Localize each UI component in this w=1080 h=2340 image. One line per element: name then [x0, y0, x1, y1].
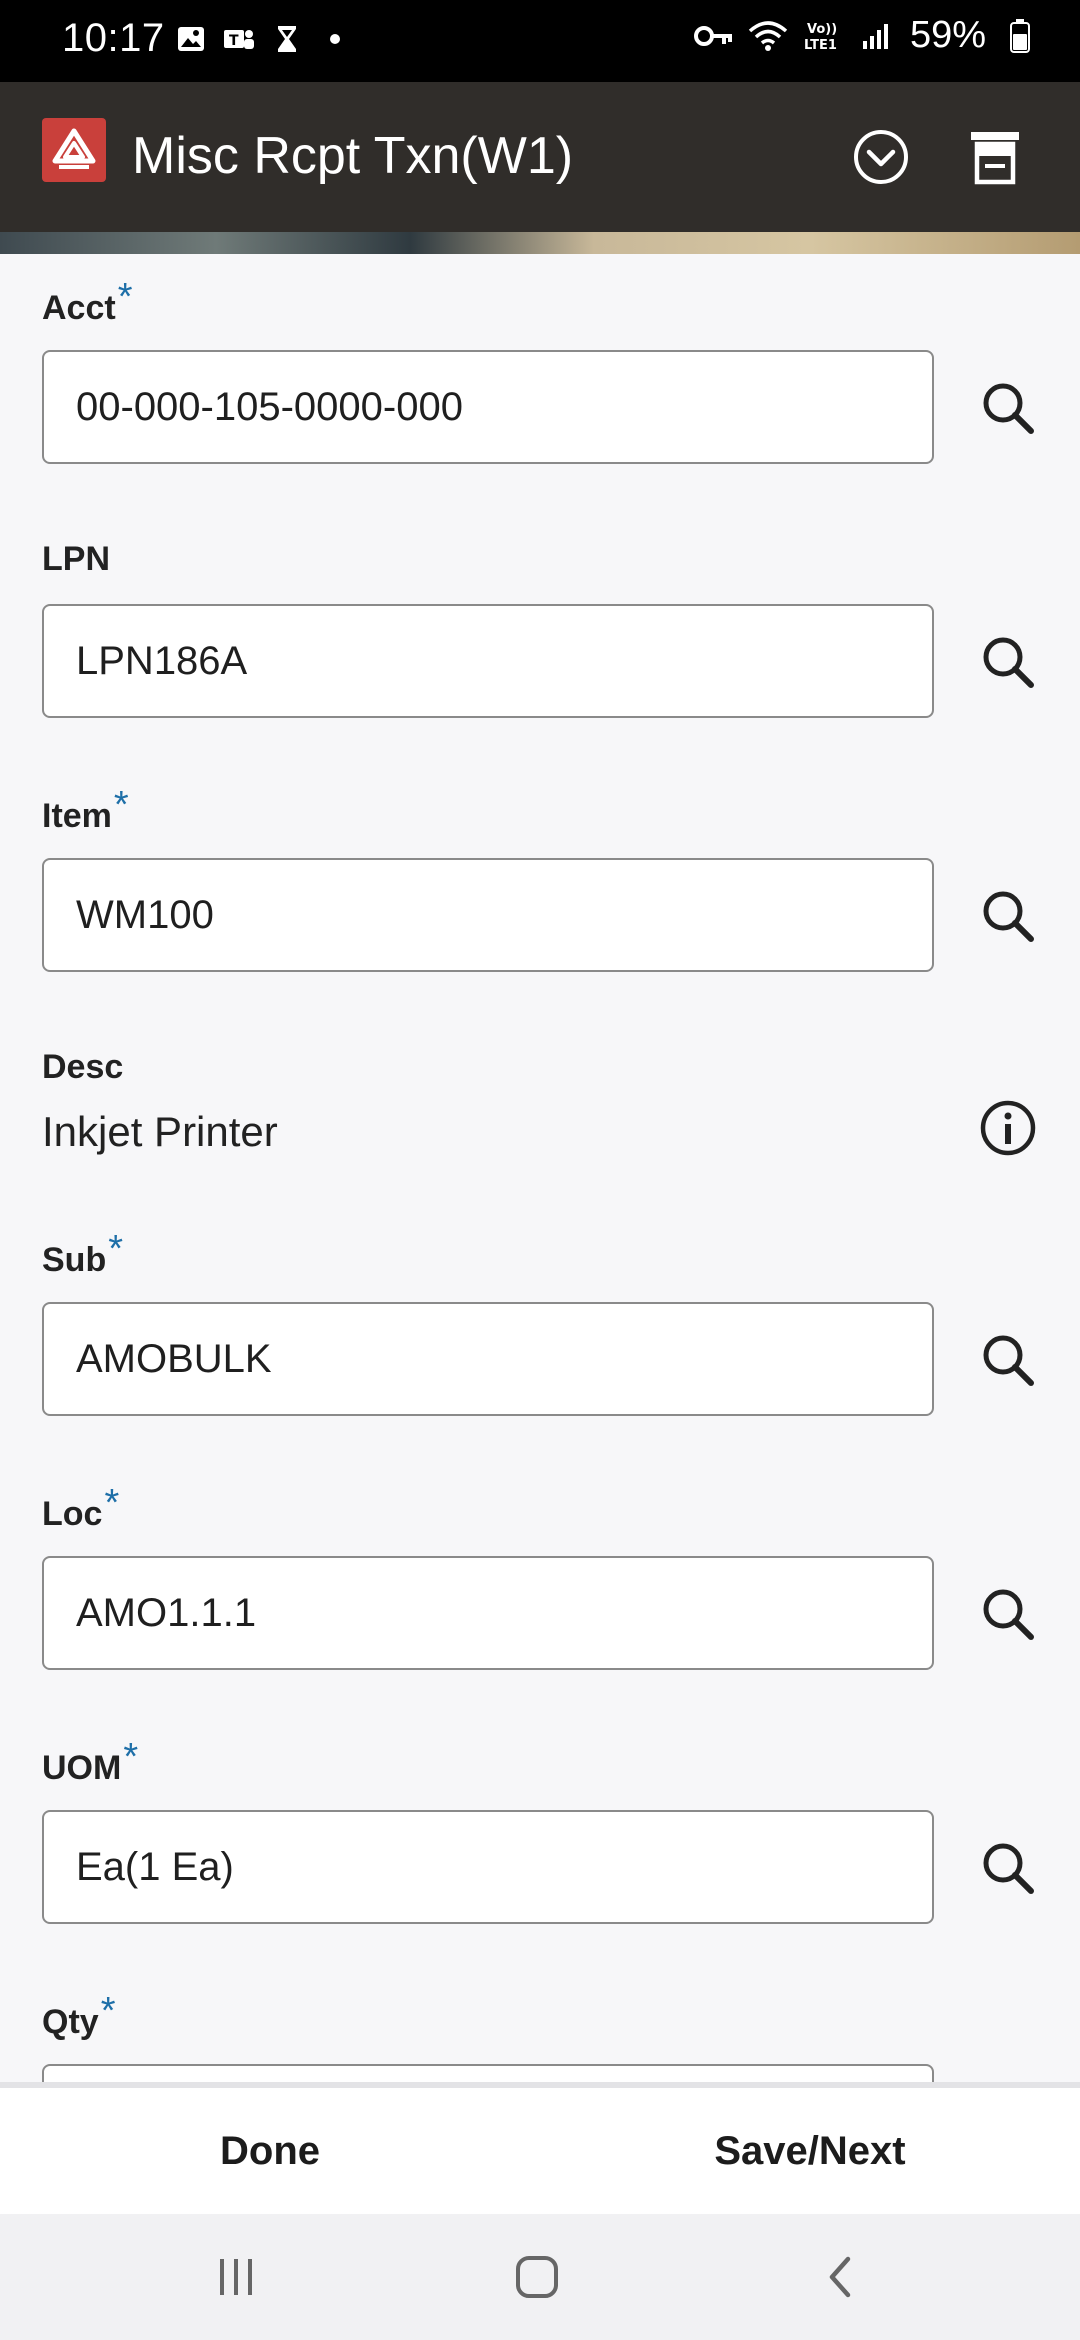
back-button[interactable] [800, 2242, 880, 2312]
back-chevron-icon [829, 2256, 851, 2298]
acct-search-button[interactable] [970, 370, 1046, 446]
status-bar: 10:17 T Vo)) LTE1 59% [0, 0, 1080, 82]
required-marker: * [113, 784, 129, 826]
home-button[interactable] [497, 2242, 577, 2312]
qty-label: Qty* [42, 1990, 116, 2041]
lpn-search-button[interactable] [970, 624, 1046, 700]
system-status-icons: Vo)) LTE1 59% [693, 14, 1040, 57]
search-icon [983, 891, 1034, 942]
lpn-input[interactable] [42, 604, 934, 718]
wifi-icon [748, 16, 788, 56]
task-list-button[interactable] [960, 122, 1030, 192]
notification-icons: T [174, 22, 352, 56]
form-content[interactable]: Acct* LPN Item* Desc Inkjet Printer Sub*… [0, 254, 1080, 2082]
desc-info-button[interactable] [976, 1096, 1040, 1160]
search-icon [983, 1589, 1034, 1640]
search-icon [983, 1335, 1034, 1386]
sub-label: Sub* [42, 1228, 124, 1279]
key-icon [693, 16, 734, 56]
loc-label: Loc* [42, 1482, 120, 1533]
svg-text:Vo)): Vo)) [807, 22, 837, 37]
save-next-button[interactable]: Save/Next [540, 2088, 1080, 2214]
signal-icon [856, 16, 896, 56]
svg-text:LTE1: LTE1 [804, 38, 837, 53]
loc-search-button[interactable] [970, 1576, 1046, 1652]
teams-icon: T [222, 22, 256, 56]
item-input[interactable] [42, 858, 934, 972]
info-icon [980, 1100, 1036, 1156]
hourglass-icon [270, 22, 304, 56]
required-marker: * [123, 1736, 139, 1778]
desc-value: Inkjet Printer [42, 1108, 278, 1155]
search-icon [983, 637, 1034, 688]
required-marker: * [104, 1482, 120, 1524]
system-nav-bar [0, 2214, 1080, 2340]
action-bar: Done Save/Next [0, 2082, 1080, 2214]
acct-label: Acct* [42, 276, 133, 327]
required-marker: * [108, 1228, 124, 1270]
app-header: Misc Rcpt Txn(W1) [0, 82, 1080, 232]
battery-percentage: 59% [909, 14, 986, 56]
archive-list-icon [971, 132, 1019, 185]
uom-label: UOM* [42, 1736, 139, 1787]
recents-button[interactable] [196, 2242, 276, 2312]
status-time: 10:17 [62, 16, 165, 60]
done-button[interactable]: Done [0, 2088, 540, 2214]
volte-icon: Vo)) LTE1 [802, 16, 842, 56]
search-icon [983, 1843, 1034, 1894]
recents-icon [220, 2259, 252, 2295]
sub-search-button[interactable] [970, 1322, 1046, 1398]
gallery-icon [174, 22, 208, 56]
loc-input[interactable] [42, 1556, 934, 1670]
app-logo-icon [42, 118, 106, 182]
page-title: Misc Rcpt Txn(W1) [132, 127, 574, 185]
uom-search-button[interactable] [970, 1830, 1046, 1906]
required-marker: * [100, 1990, 116, 2032]
battery-icon [1000, 16, 1040, 56]
item-search-button[interactable] [970, 878, 1046, 954]
sub-input[interactable] [42, 1302, 934, 1416]
home-icon [516, 2256, 558, 2298]
dot-icon [318, 22, 352, 56]
qty-input[interactable] [42, 2064, 934, 2082]
uom-input[interactable] [42, 1810, 934, 1924]
header-banner-image [0, 232, 1080, 254]
search-icon [983, 383, 1034, 434]
required-marker: * [117, 276, 133, 318]
acct-input[interactable] [42, 350, 934, 464]
collapse-button[interactable] [846, 122, 916, 192]
chevron-down-circle-icon [854, 130, 908, 184]
lpn-label: LPN [42, 540, 110, 578]
svg-text:T: T [229, 33, 239, 49]
item-label: Item* [42, 784, 129, 835]
desc-label: Desc [42, 1048, 124, 1086]
